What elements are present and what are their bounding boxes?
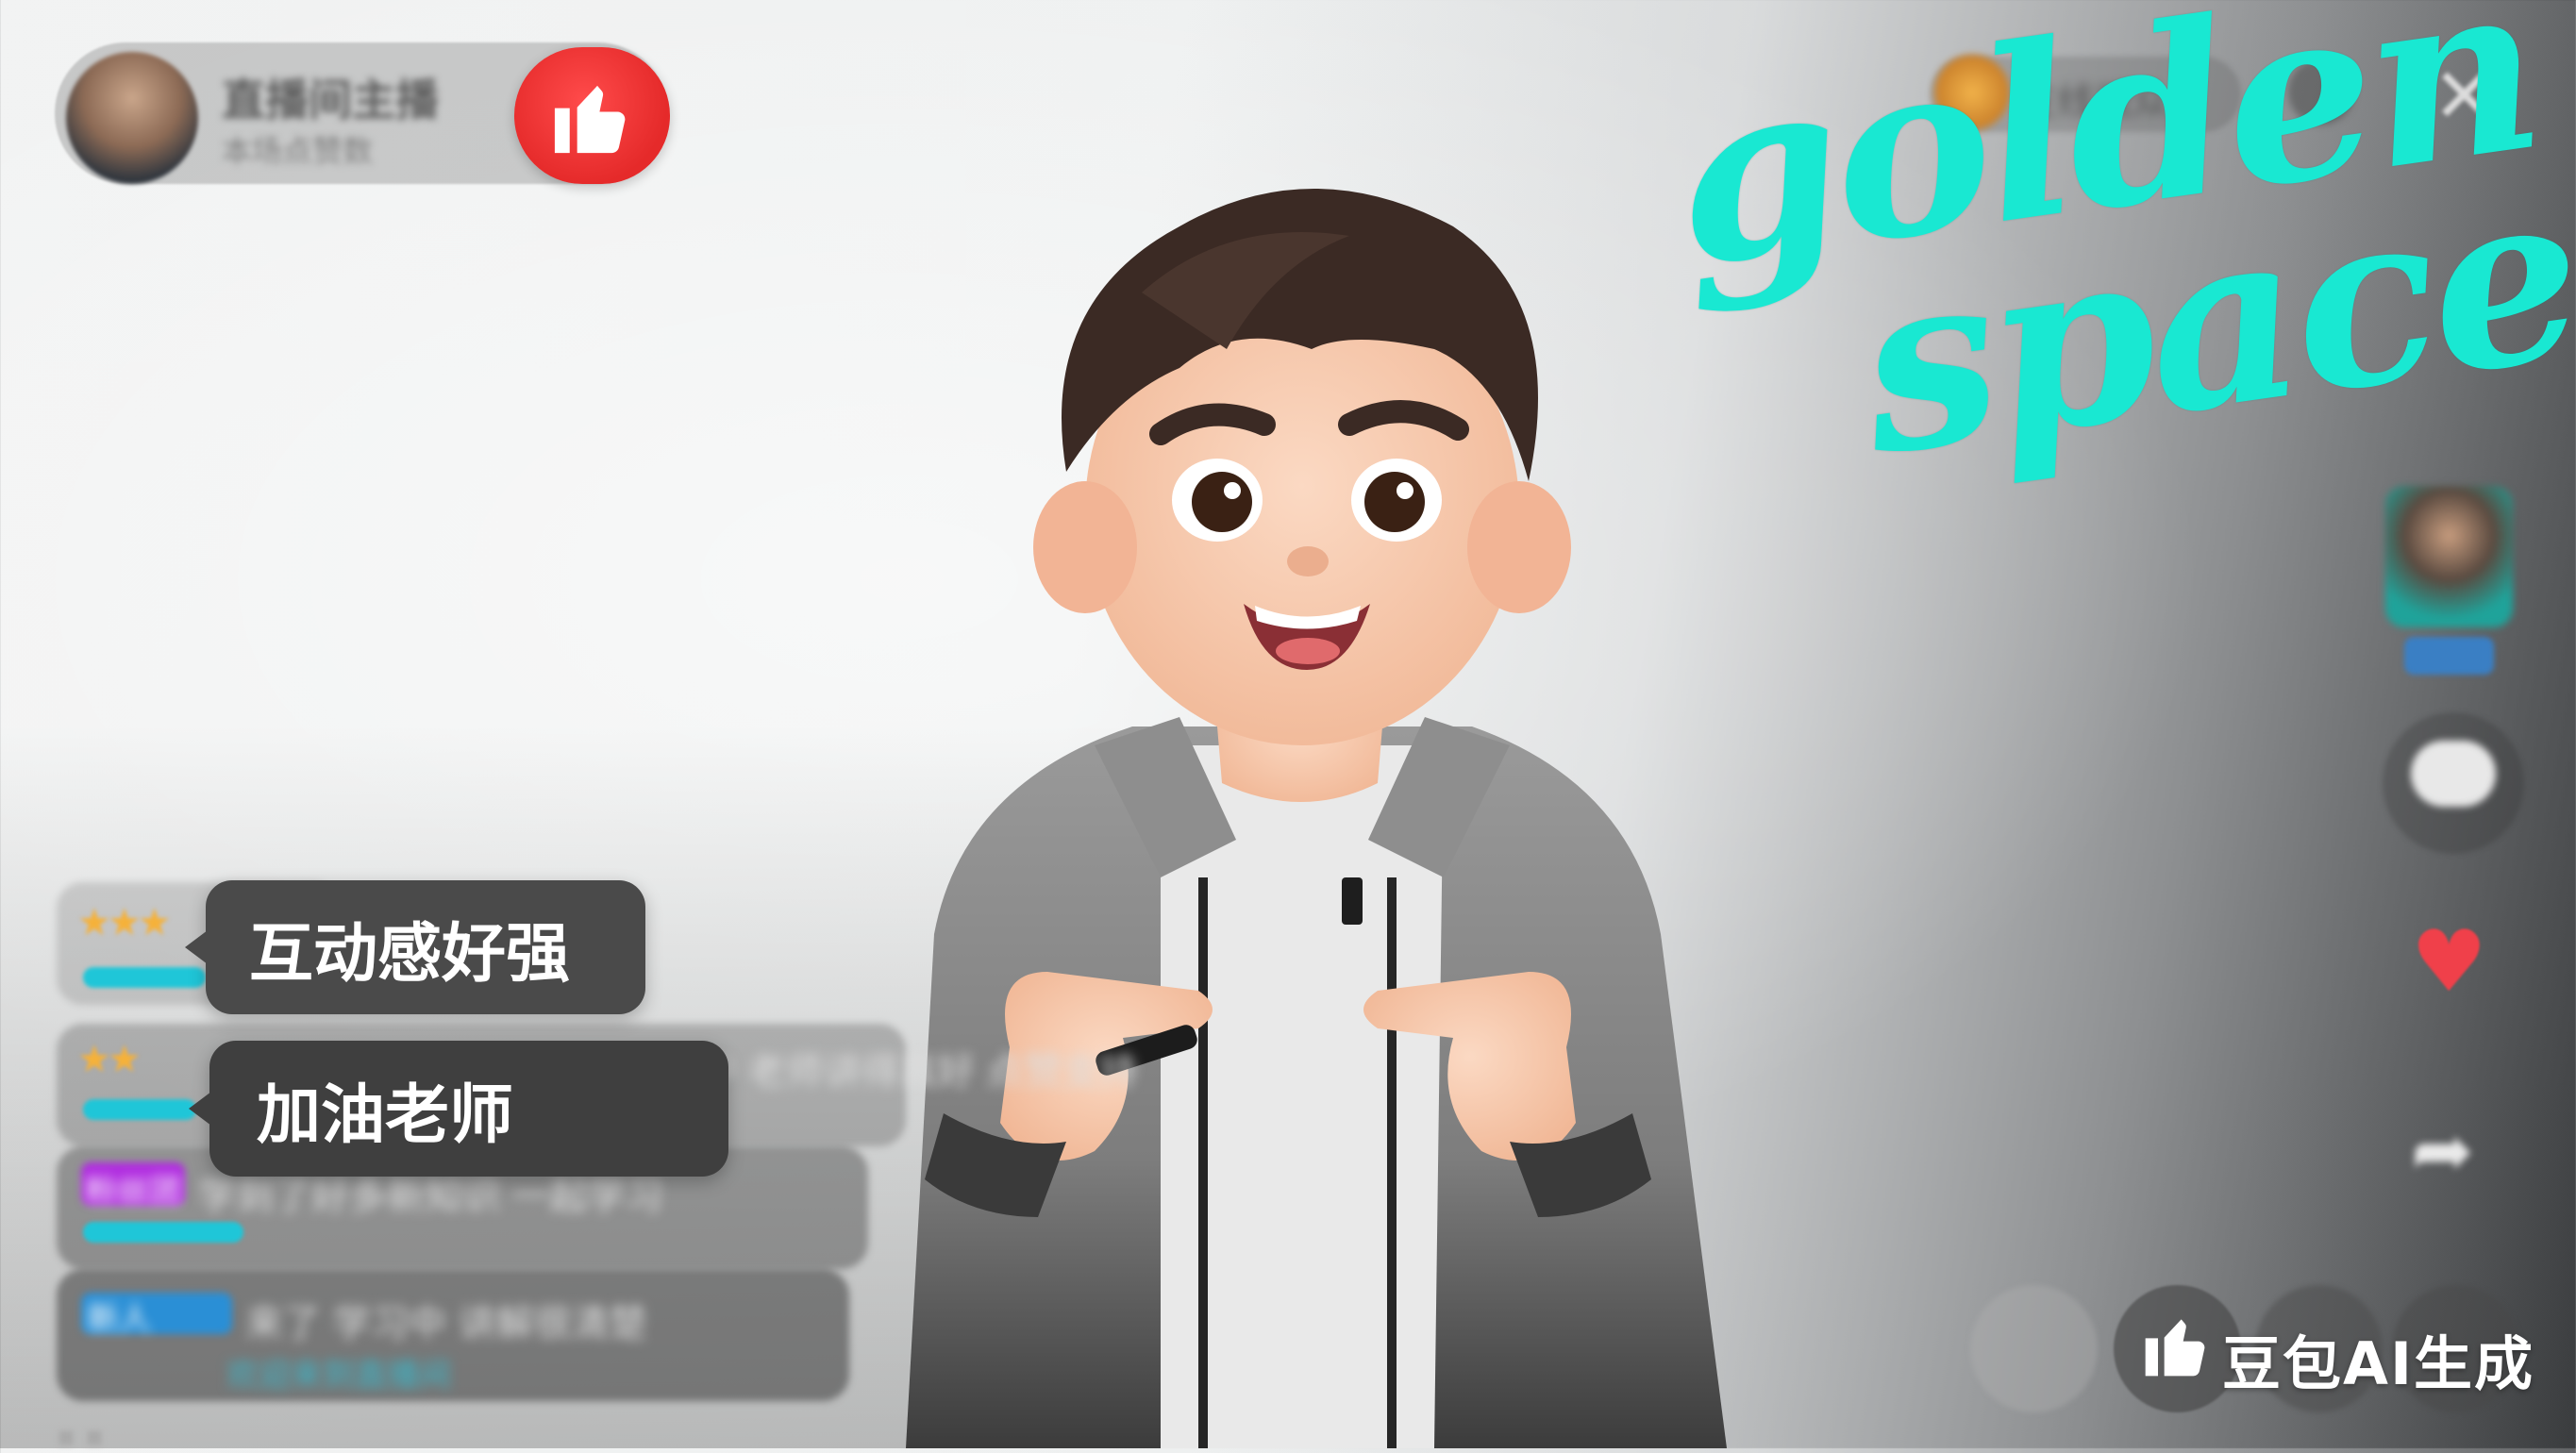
streamer-name: 直播间主播 bbox=[222, 75, 439, 125]
comment-text: 来了 学习中 讲解很清楚 bbox=[245, 1302, 647, 1345]
comment-bubble-icon bbox=[2411, 741, 2496, 807]
fan-badge-label: 粉丝团 bbox=[85, 1173, 181, 1211]
presenter-character bbox=[906, 189, 1727, 1448]
action-button-like[interactable] bbox=[1970, 1285, 2098, 1412]
follow-tag[interactable]: 关注 bbox=[2404, 637, 2494, 675]
speech-bubble-1: 互动感好强 bbox=[185, 880, 645, 1014]
speech-bubble-2: 加油老师 bbox=[189, 1041, 728, 1177]
thumbs-up-icon bbox=[554, 85, 626, 154]
new-user-badge-label: 新人 bbox=[87, 1300, 151, 1338]
speech-bubble-1-text: 互动感好强 bbox=[249, 916, 571, 992]
streamer-avatar[interactable] bbox=[66, 52, 198, 184]
level-bar bbox=[83, 967, 206, 988]
like-button[interactable] bbox=[514, 47, 670, 184]
star-rating-icon: ★★ bbox=[77, 1038, 142, 1081]
level-bar bbox=[83, 1222, 243, 1243]
streamer-subtitle: 本场点赞数 bbox=[222, 133, 374, 169]
thumbs-up-icon bbox=[2145, 1319, 2205, 1377]
level-bar bbox=[83, 1099, 196, 1120]
title-overlay: golden space bbox=[1657, 0, 2576, 509]
speech-bubble-2-text: 加油老师 bbox=[257, 1077, 514, 1153]
ai-watermark: 豆包AI生成 bbox=[2222, 1329, 2535, 1398]
creator-avatar[interactable] bbox=[2385, 486, 2513, 627]
heart-icon[interactable]: ♥ bbox=[2411, 920, 2487, 1005]
star-rating-icon: ★★★ bbox=[77, 901, 172, 944]
share-icon[interactable]: ➦ bbox=[2411, 1113, 2474, 1189]
comment-subtext: 欢迎来到直播间 bbox=[226, 1357, 451, 1395]
